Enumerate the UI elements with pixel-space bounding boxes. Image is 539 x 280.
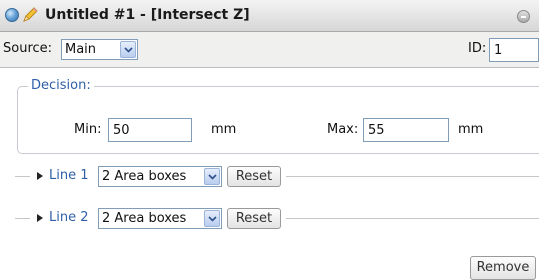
max-label: Max: — [327, 122, 359, 137]
chevron-down-icon[interactable] — [204, 210, 220, 227]
minimize-icon[interactable] — [517, 10, 530, 23]
sphere-icon — [5, 8, 19, 22]
divider — [15, 218, 30, 219]
divider — [286, 176, 539, 177]
chevron-down-icon[interactable] — [120, 41, 136, 58]
max-unit: mm — [458, 122, 484, 137]
decision-group — [17, 86, 539, 154]
line-2-mode-select[interactable]: 2 Area boxes — [98, 208, 222, 229]
pencil-icon — [23, 7, 38, 22]
min-label: Min: — [74, 122, 102, 137]
max-field[interactable] — [363, 118, 449, 142]
line-1-label[interactable]: Line 1 — [49, 168, 89, 183]
source-toolbar: Source: Main ID: — [0, 32, 539, 68]
line-1-mode-select[interactable]: 2 Area boxes — [98, 166, 222, 187]
source-select-value: Main — [65, 42, 97, 57]
min-field[interactable] — [108, 118, 192, 142]
expand-arrow-icon[interactable] — [37, 214, 43, 222]
source-select[interactable]: Main — [61, 39, 138, 60]
divider — [286, 218, 539, 219]
id-label: ID: — [468, 41, 487, 56]
title-bar[interactable]: Untitled #1 - [Intersect Z] — [0, 0, 539, 32]
line-2-reset-button[interactable]: Reset — [227, 208, 281, 229]
divider — [15, 176, 30, 177]
chevron-down-icon[interactable] — [204, 168, 220, 185]
id-field[interactable] — [489, 38, 539, 62]
expand-arrow-icon[interactable] — [37, 172, 43, 180]
window-title: Untitled #1 - [Intersect Z] — [45, 7, 250, 23]
decision-legend: Decision: — [28, 78, 94, 93]
line-2-mode-value: 2 Area boxes — [102, 211, 187, 226]
line-2-label[interactable]: Line 2 — [49, 210, 89, 225]
remove-button[interactable]: Remove — [470, 256, 536, 280]
line-1-reset-button[interactable]: Reset — [227, 166, 281, 187]
line-1-mode-value: 2 Area boxes — [102, 169, 187, 184]
min-unit: mm — [211, 122, 237, 137]
source-label: Source: — [3, 41, 53, 56]
